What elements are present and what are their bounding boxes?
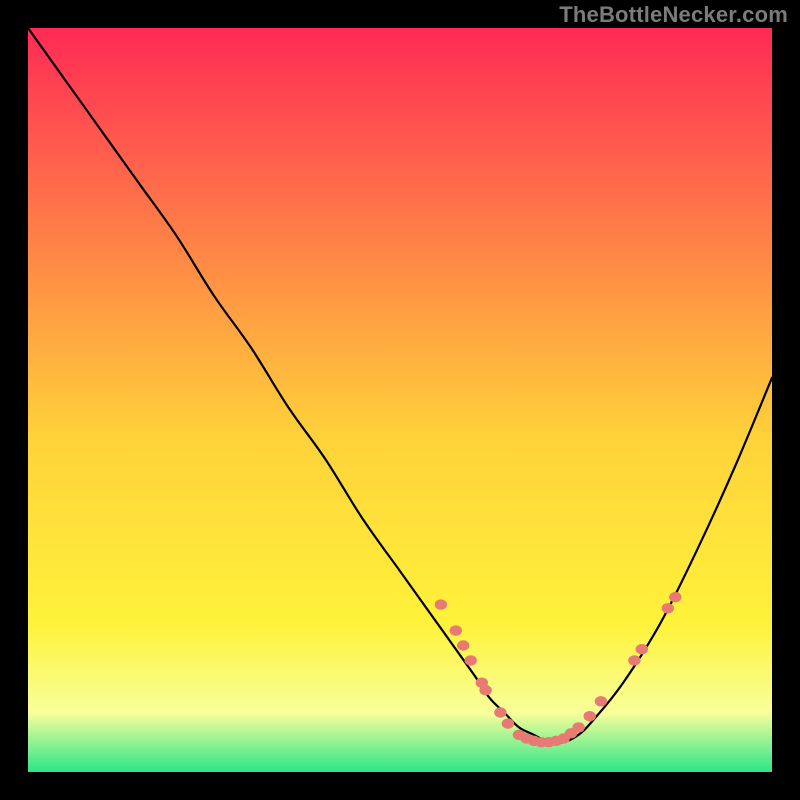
plot-svg: [28, 28, 772, 772]
scatter-dot: [450, 625, 462, 635]
scatter-dot: [628, 655, 640, 665]
gradient-background: [28, 28, 772, 772]
chart-frame: TheBottleNecker.com: [0, 0, 800, 800]
scatter-dot: [494, 707, 506, 717]
scatter-dot: [479, 685, 491, 695]
scatter-dot: [669, 592, 681, 602]
scatter-dot: [465, 655, 477, 665]
scatter-dot: [435, 599, 447, 609]
scatter-dot: [572, 722, 584, 732]
plot-area: [28, 28, 772, 772]
watermark-text: TheBottleNecker.com: [559, 2, 788, 28]
scatter-dot: [502, 718, 514, 728]
scatter-dot: [584, 711, 596, 721]
scatter-dot: [457, 640, 469, 650]
scatter-dot: [662, 603, 674, 613]
scatter-dot: [636, 644, 648, 654]
scatter-dot: [595, 696, 607, 706]
